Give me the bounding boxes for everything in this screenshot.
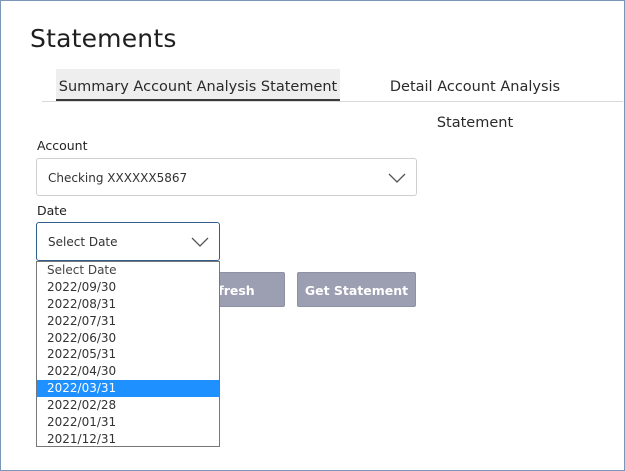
date-dropdown-list[interactable]: Select Date 2022/09/30 2022/08/31 2022/0… <box>36 261 220 447</box>
date-option[interactable]: 2022/07/31 <box>37 313 219 330</box>
refresh-button-label: fresh <box>218 283 255 298</box>
date-label: Date <box>37 203 67 218</box>
date-option[interactable]: 2022/06/30 <box>37 330 219 347</box>
page-title: Statements <box>30 24 177 53</box>
date-option[interactable]: 2022/09/30 <box>37 279 219 296</box>
chevron-down-icon <box>191 237 209 247</box>
date-option-highlighted[interactable]: 2022/03/31 <box>37 380 219 398</box>
account-label: Account <box>37 138 88 153</box>
date-option[interactable]: 2022/02/28 <box>37 397 219 414</box>
statement-tabs: Summary Account Analysis Statement Detai… <box>42 69 623 131</box>
account-select-value: Checking XXXXXX5867 <box>48 171 188 185</box>
date-select[interactable]: Select Date <box>36 222 220 261</box>
get-statement-button-label: Get Statement <box>304 283 409 298</box>
chevron-down-icon <box>388 173 406 183</box>
date-option[interactable]: Select Date <box>37 262 219 279</box>
date-option[interactable]: 2022/01/31 <box>37 414 219 431</box>
date-option[interactable]: 2022/04/30 <box>37 363 219 380</box>
account-select[interactable]: Checking XXXXXX5867 <box>36 158 417 196</box>
tab-summary-account-analysis[interactable]: Summary Account Analysis Statement <box>56 69 340 101</box>
date-option[interactable]: 2022/05/31 <box>37 346 219 363</box>
date-option[interactable]: 2022/08/31 <box>37 296 219 313</box>
date-option[interactable]: 2021/12/31 <box>37 431 219 448</box>
get-statement-button[interactable]: Get Statement <box>297 272 416 307</box>
date-select-value: Select Date <box>48 235 118 249</box>
tab-detail-account-analysis[interactable]: Detail Account Analysis Statement <box>354 69 596 131</box>
